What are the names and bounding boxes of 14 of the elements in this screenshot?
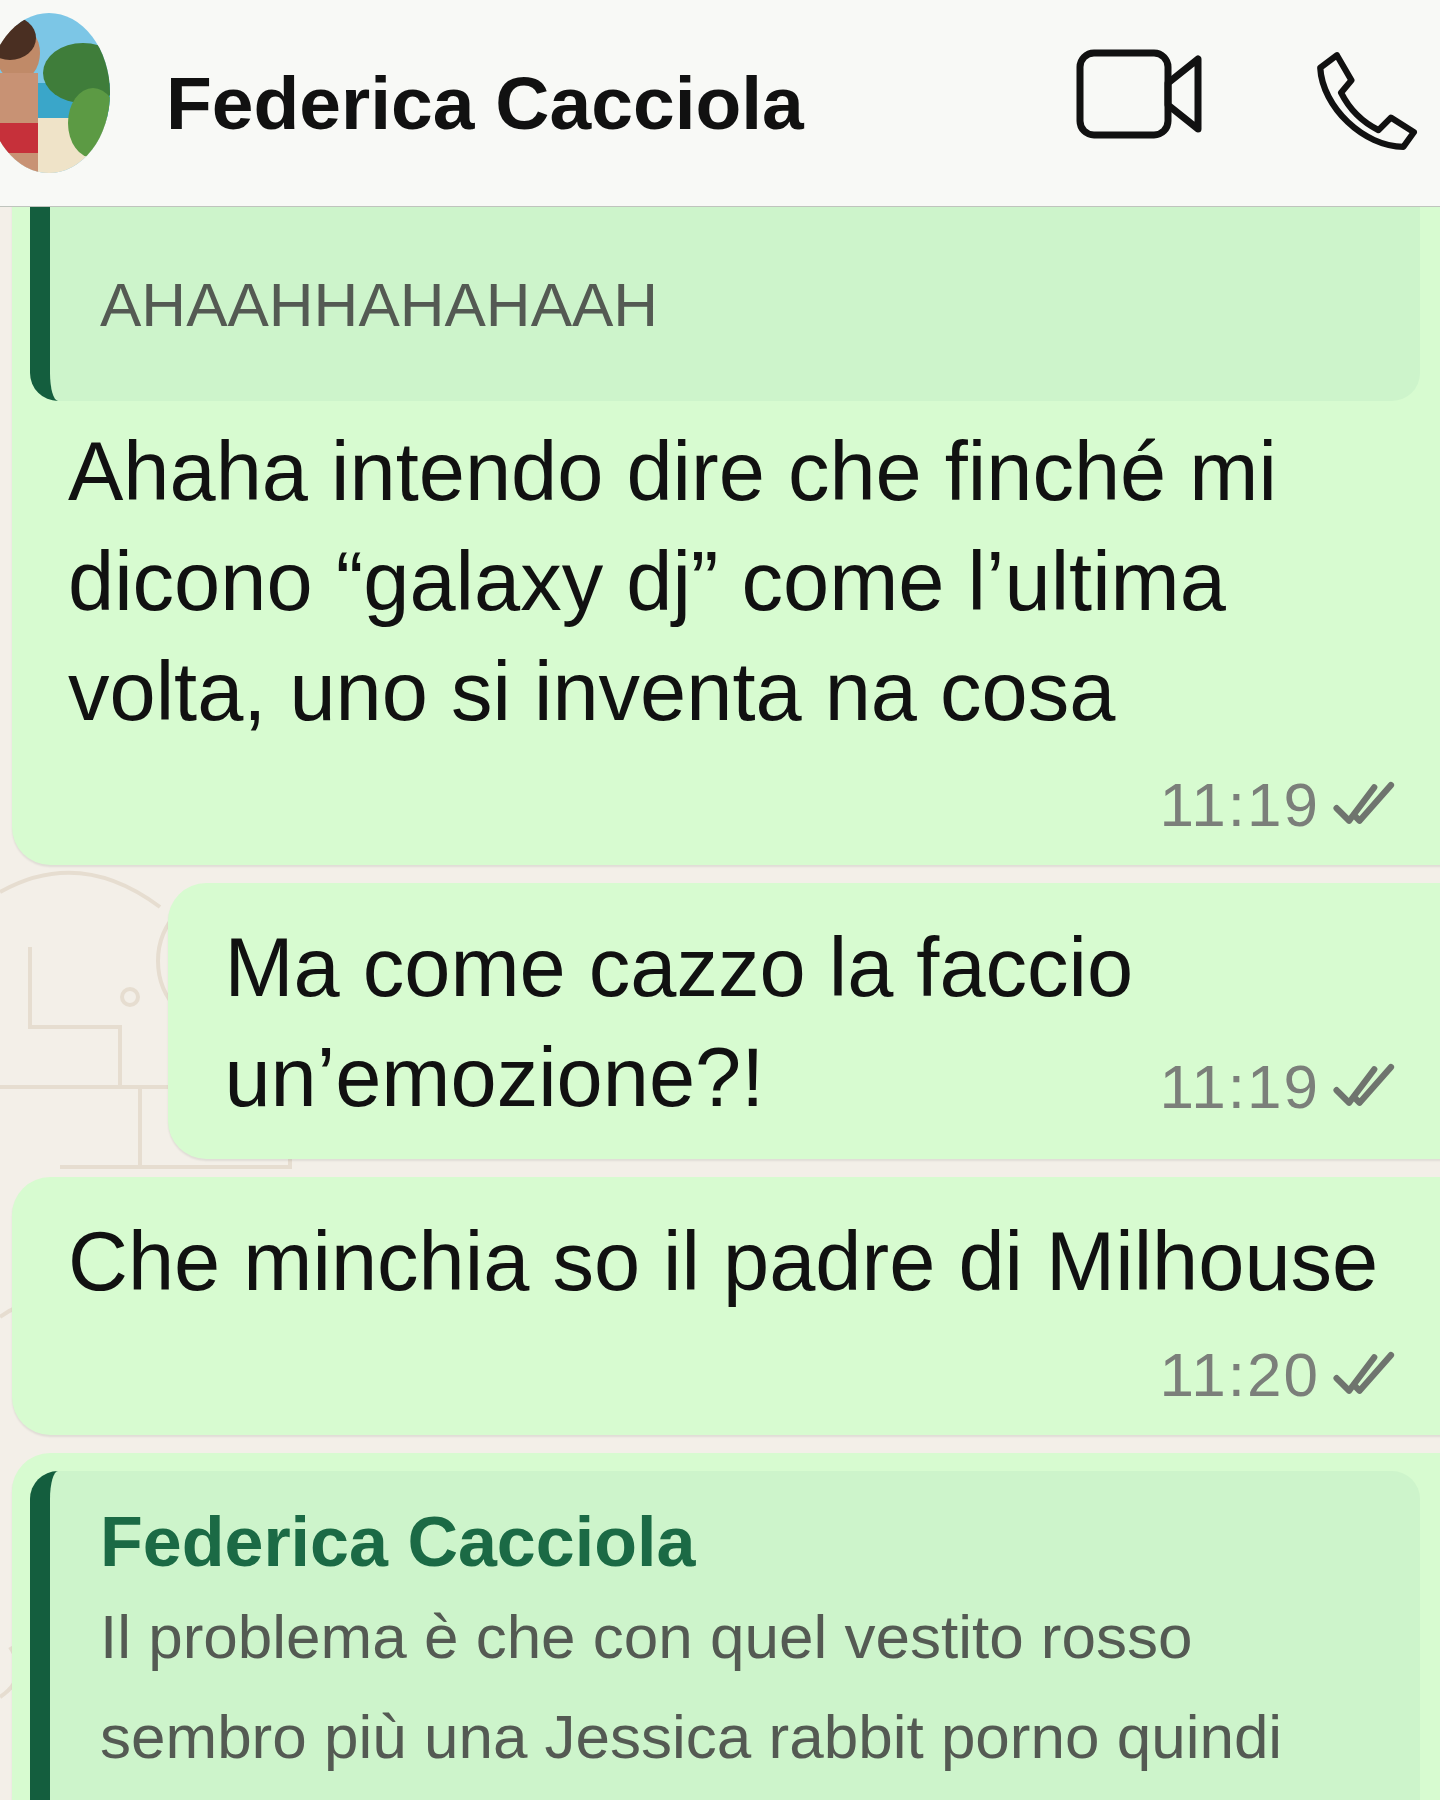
phone-icon[interactable]: [1314, 49, 1418, 153]
message-text: Ma come cazzo la faccio un’emozione?!: [224, 920, 1135, 1126]
message-time: 11:19: [1159, 768, 1320, 840]
message-time: 11:19: [1159, 1050, 1320, 1122]
quote-text: Il problema è che con quel vestito rosso sembro più una Jessica rabbit porno quindi: [100, 1601, 1284, 1773]
contact-name: Federica Cacciola: [166, 60, 806, 146]
message-text: Che minchia so il padre di Milhouse: [68, 1214, 1380, 1310]
message-text: Ahaha intendo dire che finché mi dicono “galaxy dj” come l’ultima volta, uno si inventa na cosa: [68, 424, 1278, 740]
quote-text: AHAAHHAHAHAAH: [100, 269, 660, 341]
message-time: 11:20: [1159, 1338, 1320, 1410]
quoted-message[interactable]: AHAAHHAHAHAAH: [30, 207, 1420, 401]
video-camera-icon[interactable]: [1076, 49, 1204, 139]
quoted-message[interactable]: Federica Cacciola Il problema è che con quel vestito rosso sembro più una Jessica rabbit porno quindi: [30, 1471, 1420, 1800]
quote-author: Federica Cacciola: [100, 1502, 697, 1583]
